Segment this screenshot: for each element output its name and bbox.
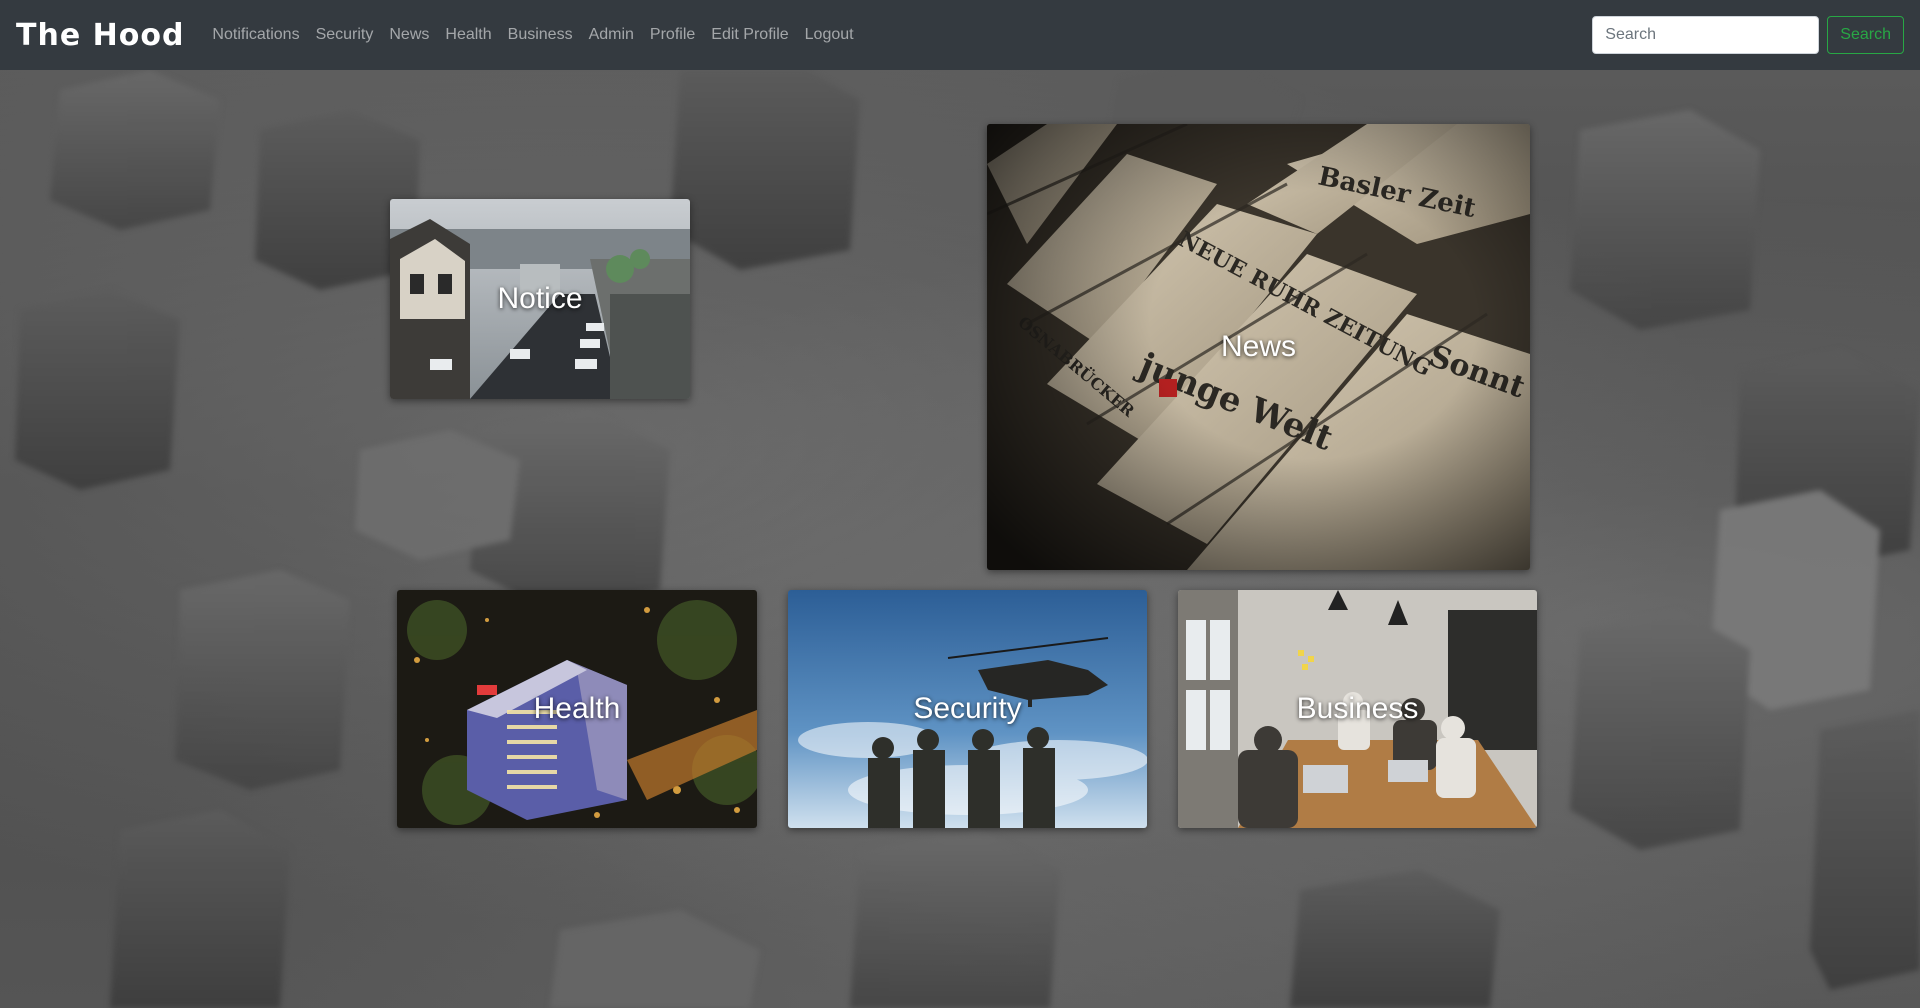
top-navbar: The Hood Notifications Security News Hea… (0, 0, 1920, 70)
brand-logo[interactable]: The Hood (16, 18, 184, 53)
search-button[interactable]: Search (1827, 16, 1904, 54)
notice-card[interactable]: Notice (390, 199, 690, 399)
hospital-photo (397, 590, 757, 828)
office-meeting-photo (1178, 590, 1537, 828)
nav-link-business[interactable]: Business (500, 26, 581, 44)
hexagon-background (0, 70, 1920, 1008)
search-form: Search (1592, 16, 1904, 54)
nav-link-health[interactable]: Health (437, 26, 499, 44)
search-input[interactable] (1592, 16, 1820, 54)
nav-link-notifications[interactable]: Notifications (204, 26, 307, 44)
nav-links: Notifications Security News Health Busin… (204, 26, 861, 44)
newspapers-photo: Basler Zeit NEUE RUHR ZEITUNG junge Welt… (987, 124, 1530, 570)
business-card[interactable]: Business (1178, 590, 1537, 828)
nav-link-edit-profile[interactable]: Edit Profile (703, 26, 796, 44)
nav-link-security[interactable]: Security (308, 26, 382, 44)
security-card[interactable]: Security (788, 590, 1147, 828)
nav-link-admin[interactable]: Admin (581, 26, 642, 44)
soldiers-photo (788, 590, 1147, 828)
nav-link-news[interactable]: News (381, 26, 437, 44)
nav-link-logout[interactable]: Logout (797, 26, 862, 44)
health-card[interactable]: Health (397, 590, 757, 828)
nav-link-profile[interactable]: Profile (642, 26, 703, 44)
news-card[interactable]: Basler Zeit NEUE RUHR ZEITUNG junge Welt… (987, 124, 1530, 570)
street-photo (390, 199, 690, 399)
